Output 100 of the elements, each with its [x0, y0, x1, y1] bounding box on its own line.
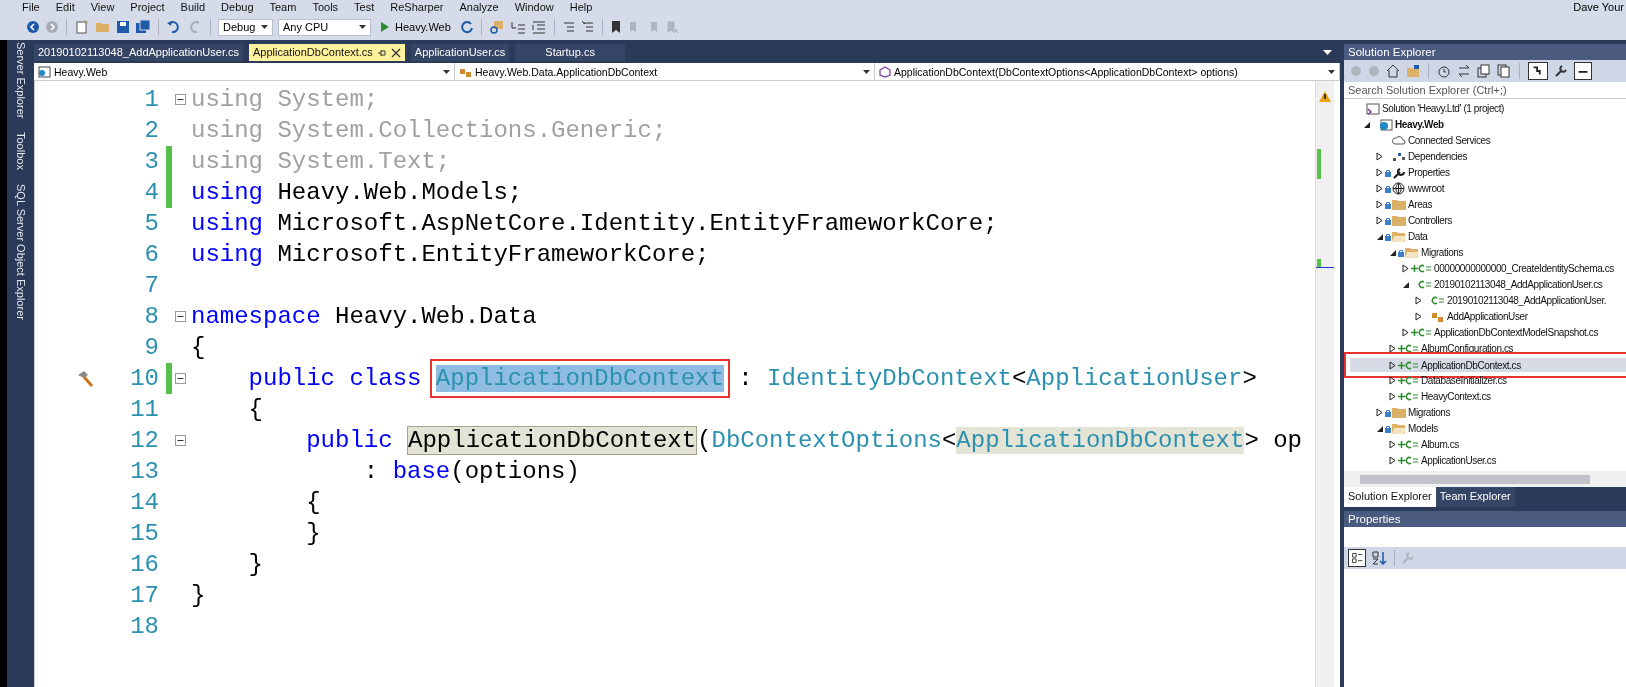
menu-item[interactable]: ReSharper	[382, 0, 452, 14]
sort-icon[interactable]	[1370, 549, 1388, 567]
expanded-arrow-icon[interactable]	[1376, 232, 1384, 241]
collapsed-arrow-icon[interactable]	[1402, 328, 1410, 337]
collapsed-arrow-icon[interactable]	[1389, 376, 1397, 385]
menu-item[interactable]: Team	[261, 0, 305, 14]
collapsed-arrow-icon[interactable]	[1415, 296, 1423, 305]
collapsed-arrow-icon[interactable]	[1389, 392, 1397, 401]
sync-icon[interactable]	[1457, 64, 1471, 78]
collapsed-arrow-icon[interactable]	[1376, 200, 1384, 209]
expanded-arrow-icon[interactable]	[1402, 280, 1410, 289]
tree-item[interactable]: Album.cs	[1421, 438, 1459, 451]
file-tab[interactable]: ApplicationUser.cs	[410, 44, 510, 61]
menu-item[interactable]: Analyze	[451, 0, 507, 14]
menu-item[interactable]: Build	[172, 0, 214, 14]
expanded-arrow-icon[interactable]	[1376, 424, 1384, 433]
panel-tab[interactable]: Solution Explorer	[1344, 487, 1436, 507]
save-icon[interactable]	[116, 20, 130, 34]
tree-item[interactable]: wwwroot	[1408, 182, 1445, 195]
menu-item[interactable]: View	[82, 0, 123, 14]
menu-item[interactable]: Debug	[213, 0, 262, 14]
tree-item[interactable]: ApplicationDbContextModelSnapshot.cs	[1434, 326, 1599, 339]
categorized-icon[interactable]	[1348, 549, 1366, 567]
scrollbar-thumb[interactable]	[1360, 474, 1590, 484]
home-icon[interactable]	[1386, 64, 1400, 78]
tree-item[interactable]: Areas	[1408, 198, 1433, 211]
pin-icon[interactable]	[376, 47, 387, 58]
menu-item[interactable]: Project	[122, 0, 173, 14]
collapsed-arrow-icon[interactable]	[1389, 456, 1397, 465]
tree-item[interactable]: Controllers	[1408, 214, 1452, 227]
tree-item[interactable]: HeavyContext.cs	[1421, 390, 1491, 403]
bookmark-icon[interactable]	[609, 20, 622, 34]
tree-item[interactable]: Models	[1408, 422, 1438, 435]
undo-icon[interactable]	[166, 20, 182, 34]
collapsed-arrow-icon[interactable]	[1376, 184, 1384, 193]
menu-item[interactable]: Help	[561, 0, 601, 14]
tree-item[interactable]: DatabaseInitializer.cs	[1421, 374, 1507, 387]
tree-item[interactable]: 00000000000000_CreateIdentitySchema.cs	[1434, 262, 1614, 275]
close-icon[interactable]	[390, 47, 401, 58]
tree-item[interactable]: Properties	[1408, 166, 1450, 179]
collapsed-arrow-icon[interactable]	[1376, 152, 1384, 161]
tree-item[interactable]: ApplicationDbContext.cs	[1421, 358, 1521, 372]
tree-item[interactable]: Connected Services	[1408, 134, 1491, 147]
collapse-icon[interactable]	[174, 311, 186, 322]
platform-dropdown[interactable]: Any CPU	[278, 18, 371, 36]
tree-item[interactable]: Migrations	[1408, 406, 1451, 419]
collapsed-arrow-icon[interactable]	[1389, 360, 1397, 370]
collapsed-arrow-icon[interactable]	[1415, 312, 1423, 321]
warning-icon[interactable]	[1319, 91, 1331, 102]
indent-icon[interactable]	[509, 20, 526, 34]
tree-item[interactable]: Solution 'Heavy.Ltd' (1 project)	[1382, 102, 1504, 115]
tree-item[interactable]: Heavy.Web	[1395, 118, 1444, 131]
refresh-icon[interactable]	[459, 20, 474, 34]
menu-item[interactable]: File	[14, 0, 48, 14]
collapse-icon[interactable]	[174, 94, 186, 105]
collapsed-arrow-icon[interactable]	[1402, 264, 1410, 273]
project-dropdown[interactable]: Heavy.Web	[34, 63, 455, 80]
tree-item[interactable]: ApplicationUser.cs	[1421, 454, 1497, 467]
tree-item[interactable]: AlbumConfiguration.cs	[1421, 342, 1514, 355]
file-tab[interactable]: 20190102113048_AddApplicationUser.cs	[34, 44, 243, 61]
uncomment-icon[interactable]	[580, 20, 595, 34]
collapsed-arrow-icon[interactable]	[1376, 408, 1384, 417]
tree-item[interactable]: 20190102113048_AddApplicationUser.cs	[1434, 278, 1603, 291]
menu-item[interactable]: Tools	[304, 0, 347, 14]
search-field[interactable]: Search Solution Explorer (Ctrl+;)	[1344, 82, 1626, 99]
tree-item[interactable]: AddApplicationUser	[1447, 310, 1528, 323]
history-icon[interactable]	[1437, 64, 1451, 78]
file-tab[interactable]: Startup.cs	[515, 44, 625, 61]
file-tab[interactable]: ApplicationDbContext.cs	[249, 44, 405, 61]
side-tab[interactable]: SQL Server Object Explorer	[14, 184, 27, 321]
wrench-icon[interactable]	[1554, 64, 1568, 78]
comment-icon[interactable]	[561, 20, 576, 34]
tree-item[interactable]: Migrations	[1421, 246, 1464, 259]
tree-item[interactable]: 20190102113048_AddApplicationUser.	[1447, 294, 1607, 307]
tree-item[interactable]: Dependencies	[1408, 150, 1468, 163]
new-item-icon[interactable]	[74, 19, 90, 35]
panel-tab[interactable]: Team Explorer	[1435, 487, 1515, 507]
configuration-dropdown[interactable]: Debug	[218, 18, 273, 36]
minimize-icon[interactable]	[1574, 62, 1592, 80]
collapsed-arrow-icon[interactable]	[1376, 216, 1384, 225]
collapse-icon[interactable]	[174, 435, 186, 446]
expanded-arrow-icon[interactable]	[1389, 248, 1397, 257]
collapsed-arrow-icon[interactable]	[1389, 440, 1397, 449]
switch-views-icon[interactable]	[1406, 64, 1420, 78]
collapse-icon[interactable]	[174, 373, 186, 384]
outdent-icon[interactable]	[530, 20, 547, 34]
side-tab[interactable]: Toolbox	[14, 132, 27, 171]
type-dropdown[interactable]: Heavy.Web.Data.ApplicationDbContext	[455, 63, 875, 80]
collapsed-arrow-icon[interactable]	[1389, 344, 1397, 353]
start-button[interactable]: Heavy.Web	[376, 21, 455, 33]
menu-item[interactable]: Test	[346, 0, 383, 14]
menu-item[interactable]: Edit	[47, 0, 83, 14]
collapsed-arrow-icon[interactable]	[1376, 168, 1384, 177]
menu-item[interactable]: Window	[506, 0, 562, 14]
show-all-files-icon[interactable]	[1497, 64, 1511, 78]
tree-item[interactable]: Data	[1408, 230, 1428, 243]
side-tab[interactable]: Server Explorer	[14, 42, 27, 119]
collapse-all-icon[interactable]	[1477, 64, 1491, 78]
user-name[interactable]: Dave Your	[1573, 0, 1626, 14]
tab-list-icon[interactable]	[1323, 50, 1332, 55]
